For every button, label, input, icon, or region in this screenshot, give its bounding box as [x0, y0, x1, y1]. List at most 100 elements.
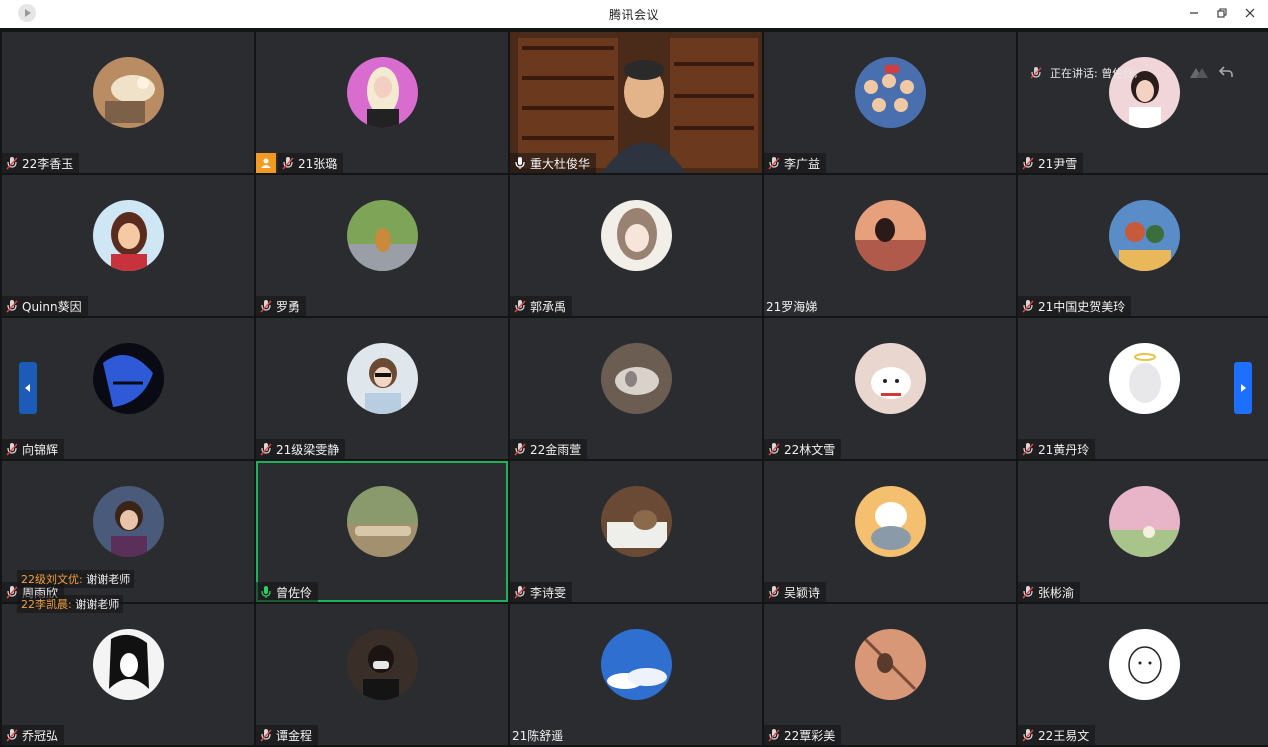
avatar-bw-anime — [93, 629, 164, 700]
avatar-woman-sunglasses — [347, 343, 418, 414]
minimize-icon[interactable] — [1182, 4, 1206, 22]
participant-name: 向锦辉 — [22, 442, 59, 457]
participant-nameplate: 21张璐 — [278, 153, 344, 173]
participant-tile[interactable]: Quinn葵因 — [2, 175, 254, 316]
mic-muted-icon — [514, 585, 526, 599]
mic-muted-icon — [260, 442, 272, 456]
chat-message: 22李凯晨: 谢谢老师 — [17, 595, 124, 613]
avatar-masked-person — [347, 629, 418, 700]
participant-nameplate: 21罗海娣 — [764, 296, 823, 316]
participant-name: 21中国史贺美玲 — [1038, 299, 1126, 314]
participant-tile[interactable]: 21张璐 — [256, 32, 508, 173]
undo-arrow-icon[interactable] — [1218, 65, 1234, 82]
avatar-white-cat — [855, 343, 926, 414]
participant-nameplate: 郭承禹 — [510, 296, 573, 316]
restore-icon[interactable] — [1210, 4, 1234, 22]
avatar-cartoon-person — [93, 486, 164, 557]
participant-name: 郭承禹 — [530, 299, 567, 314]
participant-nameplate: 谭金程 — [256, 725, 319, 745]
chat-text: 谢谢老师 — [86, 573, 131, 586]
participant-tile[interactable]: 21中国史贺美玲 — [1018, 175, 1268, 316]
mic-muted-icon — [6, 728, 18, 742]
participant-tile[interactable]: 22金雨萱 — [510, 318, 762, 459]
participant-tile[interactable]: 21级梁雯静 — [256, 318, 508, 459]
participant-tile[interactable]: 22林文雪 — [764, 318, 1016, 459]
participant-name: 张彬渝 — [1038, 585, 1075, 600]
avatar-blue-clouds — [601, 629, 672, 700]
participant-tile[interactable]: 22覃彩美 — [764, 604, 1016, 745]
participant-tile[interactable]: 重大杜俊华 — [510, 32, 762, 173]
avatar-cartoon-girls — [1109, 200, 1180, 271]
participant-nameplate: 21中国史贺美玲 — [1018, 296, 1132, 316]
avatar-blue-sketch — [93, 343, 164, 414]
chevron-left-icon — [25, 384, 30, 392]
chat-sender: 22级刘文优: — [21, 573, 83, 586]
participant-tile[interactable]: 22李香玉 — [2, 32, 254, 173]
participant-tile[interactable]: 罗勇 — [256, 175, 508, 316]
mic-muted-icon — [260, 299, 272, 313]
video-gallery: 22李香玉 21张璐 重大杜俊华 李广益 21尹雪 Quinn葵因 罗勇 郭承禹 21罗海娣 21… — [0, 28, 1268, 747]
participant-nameplate: 向锦辉 — [2, 439, 65, 459]
participant-nameplate: 李广益 — [764, 153, 827, 173]
avatar-sunset-person — [855, 200, 926, 271]
mic-muted-icon — [1022, 442, 1034, 456]
participant-tile[interactable]: 乔冠弘 — [2, 604, 254, 745]
close-icon[interactable] — [1238, 4, 1262, 22]
video-feed — [510, 32, 762, 173]
participant-nameplate: 罗勇 — [256, 296, 307, 316]
mic-icon — [260, 585, 272, 599]
avatar-pink-sky — [1109, 486, 1180, 557]
participant-name: 李广益 — [784, 156, 821, 171]
avatar-angel-blob — [1109, 343, 1180, 414]
prev-page-button[interactable] — [19, 362, 37, 414]
participant-name: 21罗海娣 — [766, 299, 818, 314]
title-bar: 腾讯会议 — [0, 0, 1268, 28]
chevron-right-icon — [1241, 384, 1246, 392]
mic-muted-icon — [6, 442, 18, 456]
next-page-button[interactable] — [1234, 362, 1252, 414]
participant-name: 罗勇 — [276, 299, 301, 314]
participant-name: 22覃彩美 — [784, 728, 836, 743]
window-title: 腾讯会议 — [608, 8, 659, 22]
participant-name: 吴颖诗 — [784, 585, 821, 600]
participant-nameplate: 吴颖诗 — [764, 582, 827, 602]
participant-tile[interactable]: 21尹雪 — [1018, 32, 1268, 173]
participant-tile[interactable]: 张彬渝 — [1018, 461, 1268, 602]
participant-name: 21尹雪 — [1038, 156, 1078, 171]
participant-tile[interactable]: 李诗雯 — [510, 461, 762, 602]
participant-name: 重大杜俊华 — [530, 156, 591, 171]
participant-tile[interactable]: 郭承禹 — [510, 175, 762, 316]
mic-muted-icon — [6, 299, 18, 313]
participant-name: 21级梁雯静 — [276, 442, 340, 457]
participant-tile[interactable]: 21罗海娣 — [764, 175, 1016, 316]
participant-name: 22王易文 — [1038, 728, 1090, 743]
mic-muted-icon — [1022, 585, 1034, 599]
avatar-cartoon-pets — [855, 486, 926, 557]
participant-tile[interactable]: 22王易文 — [1018, 604, 1268, 745]
participant-tile[interactable]: 21陈舒遥 — [510, 604, 762, 745]
mic-icon — [514, 156, 526, 170]
participant-nameplate: 22金雨萱 — [510, 439, 588, 459]
participant-tile[interactable]: 吴颖诗 — [764, 461, 1016, 602]
mic-muted-icon — [768, 156, 780, 170]
participant-grid: 22李香玉 21张璐 重大杜俊华 李广益 21尹雪 Quinn葵因 罗勇 郭承禹 21罗海娣 21… — [2, 32, 1268, 745]
participant-tile[interactable]: 曾佐伶 — [256, 461, 508, 602]
participant-tile[interactable]: 李广益 — [764, 32, 1016, 173]
participant-nameplate: 22王易文 — [1018, 725, 1096, 745]
participant-nameplate: 21陈舒遥 — [510, 725, 569, 745]
participant-tile[interactable]: 向锦辉 — [2, 318, 254, 459]
participant-name: 22李香玉 — [22, 156, 74, 171]
participant-nameplate: 22林文雪 — [764, 439, 842, 459]
participant-name: 22金雨萱 — [530, 442, 582, 457]
participant-nameplate: 李诗雯 — [510, 582, 573, 602]
participant-name: 乔冠弘 — [22, 728, 59, 743]
participant-nameplate: 21尹雪 — [1018, 153, 1084, 173]
avatar-belle-princess — [93, 200, 164, 271]
participant-nameplate: 22李香玉 — [2, 153, 80, 173]
mic-muted-icon — [282, 156, 294, 170]
participant-tile[interactable]: 21黄丹玲 — [1018, 318, 1268, 459]
speaking-logo-icon — [1188, 64, 1210, 83]
avatar-cat-sleeping — [93, 57, 164, 128]
participant-tile[interactable]: 谭金程 — [256, 604, 508, 745]
mic-muted-icon — [1022, 156, 1034, 170]
